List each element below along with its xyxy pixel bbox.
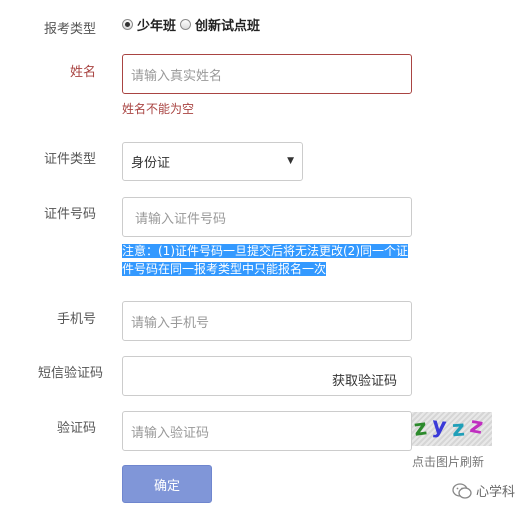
exam-type-option-innovation-label[interactable]: 创新试点班 — [195, 15, 260, 34]
phone-placeholder: 请输入手机号 — [131, 315, 210, 331]
name-error-message: 姓名不能为空 — [122, 102, 195, 116]
submit-button[interactable]: 确定 — [122, 465, 212, 503]
sms-code-input[interactable]: 获取验证码 — [122, 356, 412, 396]
captcha-image[interactable]: z y z z — [412, 412, 492, 446]
wechat-icon — [452, 482, 472, 499]
id-type-label: 证件类型 — [43, 152, 96, 167]
get-sms-code-button[interactable]: 获取验证码 — [332, 370, 397, 389]
name-placeholder: 请输入真实姓名 — [131, 68, 223, 84]
radio-checked-icon[interactable] — [122, 19, 133, 30]
phone-label: 手机号 — [56, 312, 96, 327]
exam-type-option-youth[interactable]: 少年班 — [122, 15, 176, 34]
name-input[interactable]: 请输入真实姓名 — [122, 54, 412, 94]
caret-down-icon: ▼ — [287, 156, 294, 166]
exam-type-option-youth-label[interactable]: 少年班 — [137, 15, 176, 34]
exam-type-label: 报考类型 — [43, 22, 96, 37]
captcha-placeholder: 请输入验证码 — [131, 425, 210, 441]
id-number-input[interactable]: 请输入证件号码 — [122, 197, 412, 237]
id-number-note: 注意：(1)证件号码一旦提交后将无法更改(2)同一个证 件号码在同一报考类型中只… — [122, 242, 410, 278]
phone-input[interactable]: 请输入手机号 — [122, 301, 412, 341]
watermark: 心学科 — [452, 481, 515, 500]
id-number-note-line2: 件号码在同一报考类型中只能报名一次 — [122, 262, 327, 276]
captcha-label: 验证码 — [56, 421, 96, 436]
id-type-selected-value: 身份证 — [131, 156, 171, 171]
captcha-input[interactable]: 请输入验证码 — [122, 411, 412, 451]
exam-type-option-innovation[interactable]: 创新试点班 — [180, 15, 260, 34]
sms-code-label: 短信验证码 — [38, 366, 104, 381]
name-label: 姓名 — [69, 65, 96, 80]
radio-unchecked-icon[interactable] — [180, 19, 192, 30]
id-type-select[interactable]: 身份证 ▼ — [122, 142, 303, 181]
watermark-text: 心学科 — [476, 485, 516, 500]
submit-button-label: 确定 — [153, 478, 180, 494]
id-number-note-line1: 注意：(1)证件号码一旦提交后将无法更改(2)同一个证 — [122, 244, 408, 258]
id-number-label: 证件号码 — [43, 207, 96, 222]
exam-type-radio-group: 少年班 创新试点班 — [122, 15, 264, 34]
captcha-refresh-hint[interactable]: 点击图片刷新 — [412, 453, 484, 470]
id-number-placeholder: 请输入证件号码 — [135, 211, 227, 227]
